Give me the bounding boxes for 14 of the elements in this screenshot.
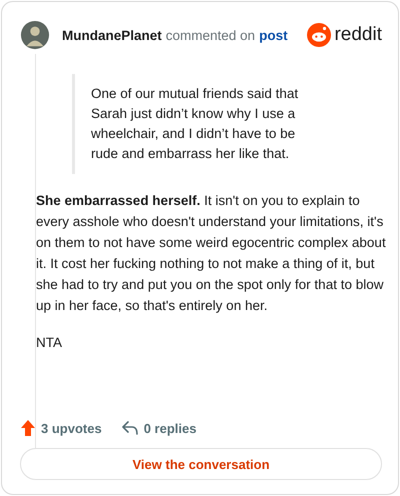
quote-text: One of our mutual friends said that Sarah just didn’t know why I use a wheelchair, and I didn’t have to be rude and embarrass her like that. xyxy=(91,85,300,163)
reddit-logo-icon xyxy=(307,23,332,47)
reply-count[interactable]: 0 replies xyxy=(122,420,196,436)
username[interactable]: MundanePlanet xyxy=(62,28,162,42)
brand-name: reddit xyxy=(334,24,382,46)
comment-paragraph: She embarrassed herself. It isn't on you to explain to every asshole who doesn't understand your limitations, it's on them to not have some weird egocentric complex about it. It cost her fucking nothing to not make a thing of it, but she had to try and put you on the spot only for that to blow up in her face, so that's entirely on her. xyxy=(36,192,387,315)
comment-paragraph: NTA xyxy=(36,334,63,352)
upvote-arrow-icon xyxy=(21,420,35,436)
action-text: commented on xyxy=(166,28,256,42)
avatar-icon xyxy=(20,19,50,51)
upvote-count[interactable]: 3 upvotes xyxy=(21,420,102,436)
post-link[interactable]: post xyxy=(259,28,288,42)
reply-arrow-icon xyxy=(122,421,138,435)
view-conversation-button[interactable]: View the conversation xyxy=(20,448,382,480)
